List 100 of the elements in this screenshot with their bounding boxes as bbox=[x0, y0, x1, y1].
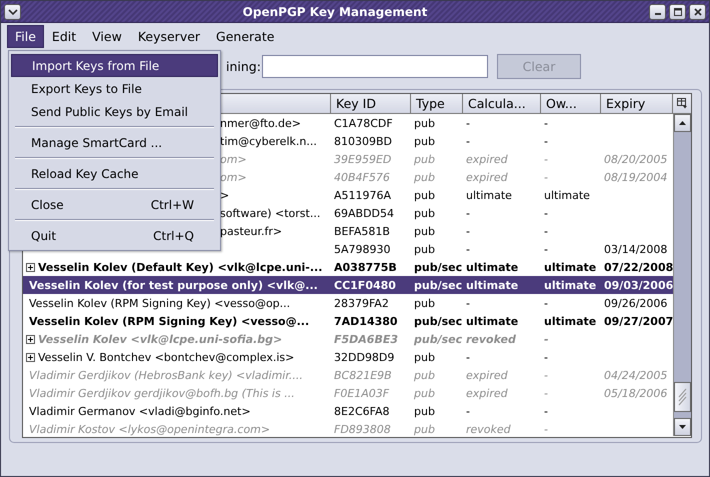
up-arrow-icon bbox=[679, 121, 686, 125]
menu-item[interactable]: Send Public Keys by Email bbox=[11, 100, 218, 123]
table-cell: - bbox=[466, 224, 470, 238]
table-cell: - bbox=[466, 404, 470, 418]
key-row[interactable]: Vesselin Kolev (RPM Signing Key) <vesso@... 7AD14380 pub/sec ultimate ultimate 09/27/2007 bbox=[23, 312, 673, 330]
expand-icon[interactable] bbox=[26, 334, 35, 344]
table-cell: 08/20/2005 bbox=[604, 152, 668, 166]
menu-bar-item[interactable]: Generate bbox=[208, 24, 282, 48]
table-cell: - bbox=[544, 206, 548, 220]
column-header[interactable]: Calcula... bbox=[463, 94, 541, 114]
key-row[interactable]: Vesselin Kolev (Default Key) <vlk@lcpe.uni-... A038775B pub/sec ultimate ultimate 07/22/2008 bbox=[23, 258, 673, 276]
table-cell: ultimate bbox=[466, 278, 518, 292]
table-cell: pub bbox=[414, 422, 435, 436]
menu-item[interactable]: Reload Key Cache bbox=[11, 162, 218, 185]
table-cell: F5DA6BE3 bbox=[334, 332, 398, 346]
menu-item[interactable]: Close Ctrl+W bbox=[11, 193, 218, 216]
table-cell: CC1F0480 bbox=[334, 278, 396, 292]
table-cell: revoked bbox=[466, 332, 516, 346]
table-cell: ultimate bbox=[544, 314, 596, 328]
menu-item[interactable]: Manage SmartCard ... bbox=[11, 131, 218, 154]
table-cell: ultimate bbox=[544, 278, 596, 292]
table-cell: pub bbox=[414, 368, 435, 382]
key-row[interactable]: Vesselin V. Bontchev <bontchev@complex.is> 32DD98D9 pub - - bbox=[23, 348, 673, 366]
scrollbar-thumb[interactable] bbox=[674, 382, 691, 412]
table-cell: 7AD14380 bbox=[334, 314, 398, 328]
window-menu-button[interactable] bbox=[4, 4, 21, 20]
column-header[interactable]: Key ID bbox=[331, 94, 411, 114]
table-cell: pub bbox=[414, 116, 435, 130]
table-cell: pub bbox=[414, 404, 435, 418]
close-button[interactable] bbox=[689, 4, 706, 20]
table-cell: 32DD98D9 bbox=[334, 350, 394, 364]
maximize-button[interactable] bbox=[669, 4, 686, 20]
table-cell: BC821E9B bbox=[334, 368, 392, 382]
column-chooser-button[interactable] bbox=[673, 94, 691, 114]
table-cell: 09/27/2007 bbox=[604, 314, 674, 328]
table-cell: ultimate bbox=[466, 314, 518, 328]
table-cell: 39E959ED bbox=[334, 152, 392, 166]
menu-item[interactable]: Import Keys from File bbox=[11, 54, 218, 77]
table-cell: BEFA581B bbox=[334, 224, 390, 238]
column-header[interactable]: Type bbox=[411, 94, 463, 114]
key-row[interactable]: Vesselin Kolev (RPM Signing Key) <vesso@op... 28379FA2 pub - - 09/26/2006 bbox=[23, 294, 673, 312]
search-field[interactable] bbox=[262, 54, 488, 78]
table-cell: - bbox=[466, 242, 470, 256]
column-header[interactable]: Ow... bbox=[541, 94, 601, 114]
table-cell: - bbox=[544, 152, 548, 166]
menu-bar-item[interactable]: View bbox=[84, 24, 130, 48]
table-cell: - bbox=[544, 116, 548, 130]
menu-bar-item[interactable]: Edit bbox=[44, 24, 84, 48]
table-cell: - bbox=[544, 134, 548, 148]
key-name: Vesselin Kolev (RPM Signing Key) <vesso@op... bbox=[29, 296, 290, 310]
key-name: Vladimir Germanov <vladi@bginfo.net> bbox=[29, 404, 251, 418]
table-cell: pub bbox=[414, 134, 435, 148]
scroll-down-button[interactable] bbox=[674, 418, 691, 436]
column-header[interactable]: Expiry bbox=[601, 94, 673, 114]
table-cell: 09/26/2006 bbox=[604, 296, 668, 310]
vertical-scrollbar[interactable] bbox=[673, 114, 691, 436]
key-row[interactable]: Vladimir Germanov <vladi@bginfo.net> 8E2C6FA8 pub - - bbox=[23, 402, 673, 420]
minimize-button[interactable] bbox=[649, 4, 666, 20]
table-cell: expired bbox=[466, 368, 508, 382]
window-title: OpenPGP Key Management bbox=[242, 4, 428, 18]
key-name: om> bbox=[220, 170, 247, 184]
table-cell: pub bbox=[414, 350, 435, 364]
table-cell: - bbox=[544, 368, 548, 382]
table-cell: ultimate bbox=[544, 188, 590, 202]
table-cell: - bbox=[544, 170, 548, 184]
table-cell: ultimate bbox=[544, 260, 596, 274]
table-cell: FD893808 bbox=[334, 422, 391, 436]
table-cell: - bbox=[466, 206, 470, 220]
chevron-down-icon bbox=[8, 8, 18, 16]
table-cell: 09/03/2006 bbox=[604, 278, 674, 292]
scroll-up-button[interactable] bbox=[674, 114, 691, 132]
table-cell: expired bbox=[466, 152, 508, 166]
key-name: > bbox=[220, 188, 230, 202]
table-cell: - bbox=[544, 332, 549, 346]
table-cell: 40B4F576 bbox=[334, 170, 390, 184]
table-cell: - bbox=[544, 296, 548, 310]
table-cell: 07/22/2008 bbox=[604, 260, 674, 274]
menu-item[interactable]: Quit Ctrl+Q bbox=[11, 224, 218, 247]
key-name: Vesselin V. Bontchev <bontchev@complex.is> bbox=[38, 350, 294, 364]
menu-bar-item[interactable]: File bbox=[7, 24, 44, 48]
table-cell: A038775B bbox=[334, 260, 397, 274]
table-cell: - bbox=[466, 296, 470, 310]
table-cell: pub/sec bbox=[414, 314, 462, 328]
menu-bar-item[interactable]: Keyserver bbox=[130, 24, 208, 48]
key-row[interactable]: Vesselin Kolev (for test purpose only) <vlk@... CC1F0480 pub/sec ultimate ultimate 09/03/2006 bbox=[23, 276, 673, 294]
table-cell: 03/14/2008 bbox=[604, 242, 668, 256]
menu-item[interactable]: Export Keys to File bbox=[11, 77, 218, 100]
key-name: Vladimir Gerdjikov gerdjikov@bofh.bg (This is ... bbox=[29, 386, 295, 400]
key-name: Vesselin Kolev <vlk@lcpe.uni-sofia.bg> bbox=[38, 332, 282, 346]
table-cell: C1A78CDF bbox=[334, 116, 393, 130]
key-name: Vesselin Kolev (RPM Signing Key) <vesso@... bbox=[29, 314, 310, 328]
table-cell: ultimate bbox=[466, 188, 512, 202]
table-cell: - bbox=[466, 350, 470, 364]
table-cell: ultimate bbox=[466, 260, 518, 274]
expand-icon[interactable] bbox=[26, 352, 35, 362]
key-name: om> bbox=[220, 152, 247, 166]
maximize-icon bbox=[674, 8, 682, 16]
table-cell: 5A798930 bbox=[334, 242, 391, 256]
column-chooser-icon bbox=[676, 98, 688, 109]
expand-icon[interactable] bbox=[26, 262, 35, 272]
